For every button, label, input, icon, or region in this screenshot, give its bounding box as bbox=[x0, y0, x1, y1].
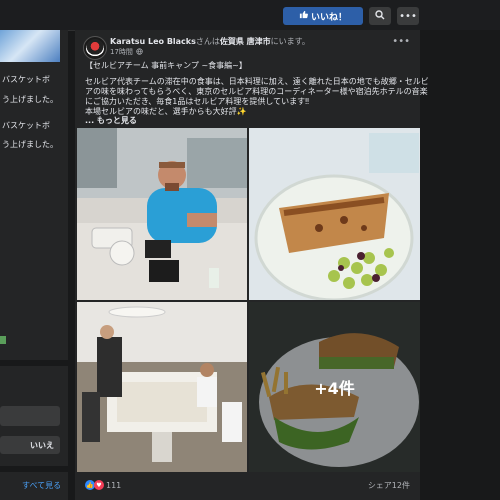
left-text-line: バスケットボ bbox=[2, 75, 50, 84]
left-input-bar[interactable] bbox=[0, 406, 60, 426]
more-photos-overlay[interactable]: +4件 bbox=[249, 302, 420, 472]
thumbs-up-icon bbox=[299, 10, 308, 22]
post-photo-4[interactable]: +4件 bbox=[249, 302, 420, 472]
location-link[interactable]: 佐賀県 唐津市 bbox=[220, 37, 271, 46]
search-icon bbox=[375, 9, 385, 23]
left-card: バスケットボ う上げました。 バスケットボ う上げました。 bbox=[0, 30, 68, 360]
location-suffix: にいます。 bbox=[270, 37, 310, 46]
post-more-icon[interactable]: ••• bbox=[392, 36, 410, 47]
feed-post: Karatsu Leo Blacksさんは佐賀県 唐津市にいます。 17時間 •… bbox=[75, 30, 429, 500]
cover-thumbnail bbox=[0, 30, 60, 62]
post-photo-2[interactable] bbox=[249, 128, 420, 300]
post-footer: 👍 ♥ 111 シェア12件 bbox=[75, 473, 420, 497]
post-timestamp[interactable]: 17時間 bbox=[110, 47, 133, 57]
right-column bbox=[420, 30, 500, 500]
status-marker bbox=[0, 336, 6, 344]
left-text-line: バスケットボ bbox=[2, 121, 50, 130]
author-avatar[interactable] bbox=[83, 36, 107, 60]
see-more-link[interactable]: ... もっと見る bbox=[85, 115, 137, 126]
globe-icon bbox=[136, 47, 143, 57]
like-page-button[interactable]: いいね！ bbox=[283, 7, 363, 25]
author-name[interactable]: Karatsu Leo Blacks bbox=[110, 37, 196, 46]
author-suffix: さんは bbox=[195, 37, 220, 46]
post-time: 17時間 bbox=[110, 47, 143, 57]
more-icon: ••• bbox=[399, 10, 417, 22]
no-button[interactable]: いいえ bbox=[0, 436, 60, 454]
left-text-line: う上げました。 bbox=[2, 140, 58, 149]
more-options-button[interactable]: ••• bbox=[397, 7, 419, 25]
reaction-summary[interactable]: 👍 ♥ 111 bbox=[85, 480, 121, 490]
left-text-line: う上げました。 bbox=[2, 95, 58, 104]
search-button[interactable] bbox=[369, 7, 391, 25]
like-page-label: いいね！ bbox=[310, 12, 347, 23]
top-bar: いいね！ ••• bbox=[0, 0, 500, 31]
love-reaction-icon: ♥ bbox=[94, 480, 104, 490]
post-photo-1[interactable] bbox=[77, 128, 247, 300]
share-count[interactable]: シェア12件 bbox=[368, 480, 410, 491]
reaction-count: 111 bbox=[106, 480, 122, 490]
post-photo-3[interactable] bbox=[77, 302, 247, 472]
see-all-link[interactable]: すべて見る bbox=[22, 480, 61, 491]
team-logo bbox=[86, 39, 104, 57]
post-author-line: Karatsu Leo Blacksさんは佐賀県 唐津市にいます。 bbox=[110, 36, 310, 47]
post-title: 【セルビアチーム 事前キャンプ ~食事編~】 bbox=[85, 61, 247, 70]
